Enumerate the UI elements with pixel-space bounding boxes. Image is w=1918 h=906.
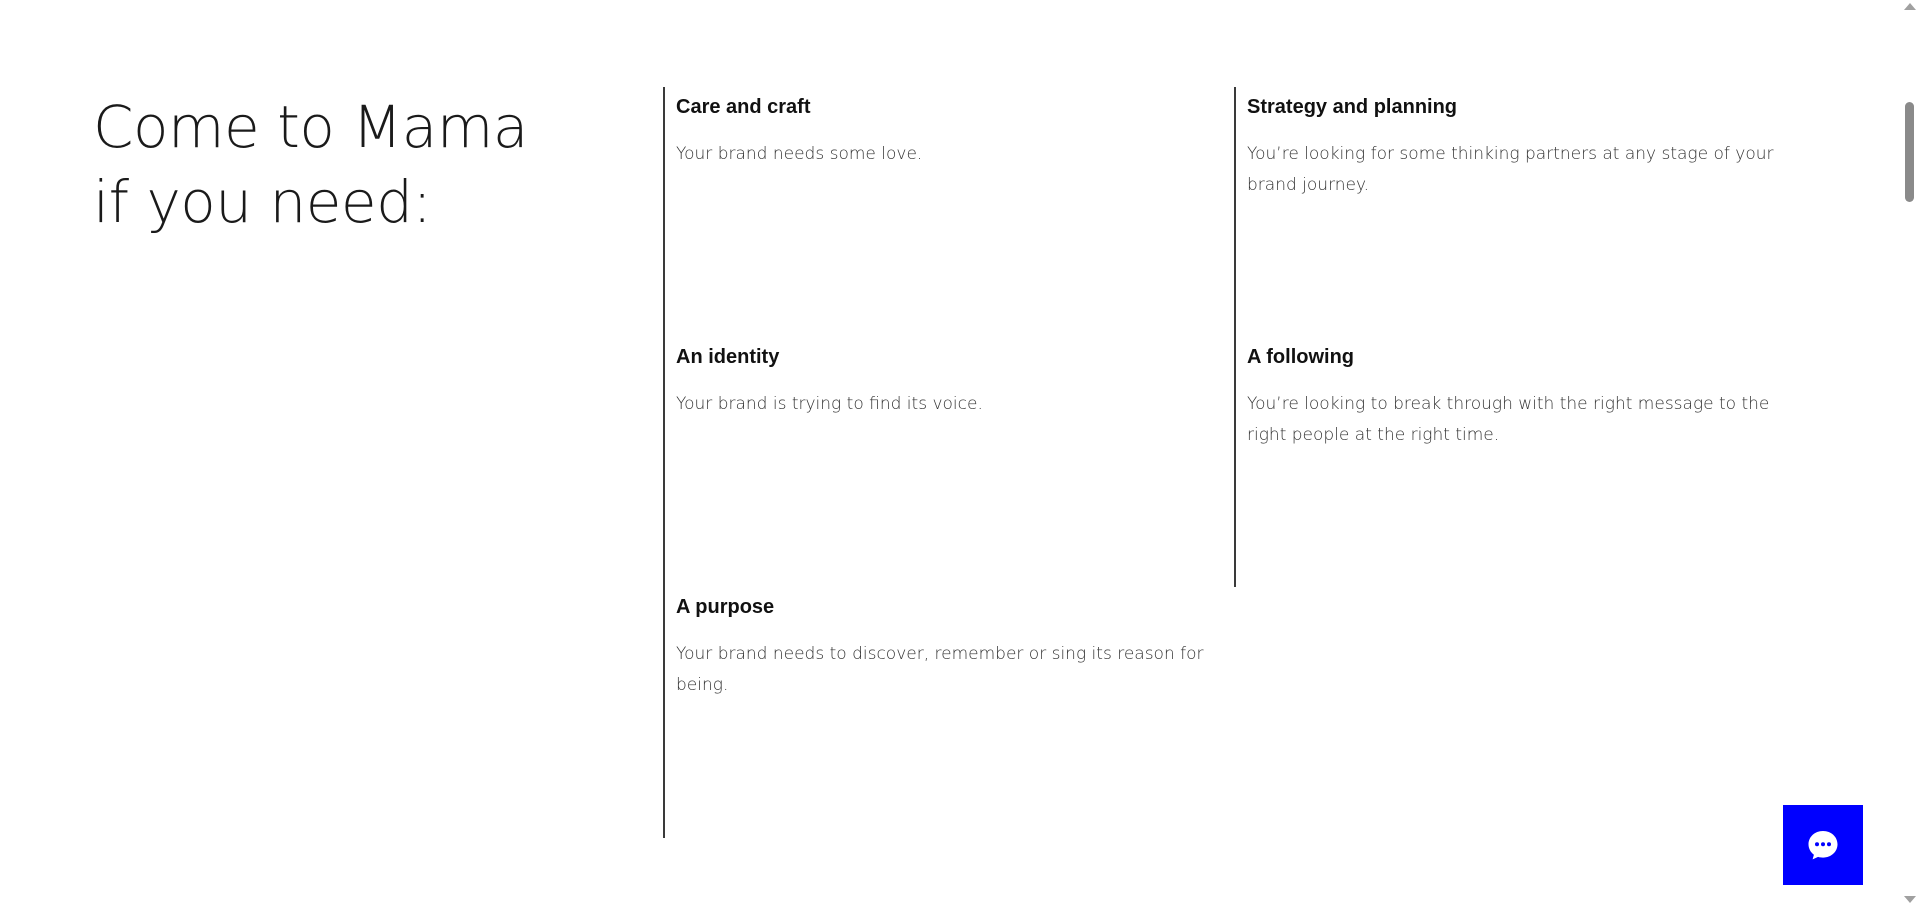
need-card-text: Your brand is trying to find its voice.: [676, 394, 983, 414]
need-card-text: Your brand needs to discover, remember o…: [676, 644, 1204, 695]
need-card-title: A following: [1247, 346, 1355, 368]
need-card-title: A purpose: [676, 596, 775, 618]
chat-button[interactable]: [1783, 805, 1863, 885]
need-card-an-identity: An identity Your brand is trying to find…: [663, 337, 1233, 587]
need-card-text: You’re looking to break through with the…: [1247, 394, 1770, 445]
need-card-title: An identity: [676, 346, 780, 368]
page: Come to Mama if you need: Care and craft…: [0, 0, 1918, 906]
vertical-scrollbar[interactable]: [1901, 0, 1918, 906]
scroll-thumb[interactable]: [1905, 102, 1914, 202]
headline-line-2: if you need:: [93, 168, 432, 236]
page-headline: Come to Mama if you need:: [93, 90, 528, 240]
scroll-up-arrow-icon[interactable]: [1904, 3, 1916, 10]
need-card-title: Care and craft: [676, 96, 811, 118]
chat-bubble-icon: [1808, 831, 1838, 860]
need-card-a-following: A following You’re looking to break thro…: [1234, 337, 1804, 587]
need-card-text: Your brand needs some love.: [676, 144, 923, 164]
headline-line-1: Come to Mama: [93, 93, 528, 161]
scroll-down-arrow-icon[interactable]: [1904, 896, 1916, 903]
need-card-a-purpose: A purpose Your brand needs to discover, …: [663, 587, 1233, 838]
need-card-care-and-craft: Care and craft Your brand needs some lov…: [663, 87, 1233, 337]
need-card-text: You’re looking for some thinking partner…: [1247, 144, 1774, 195]
need-card-strategy-and-planning: Strategy and planning You’re looking for…: [1234, 87, 1804, 337]
need-card-title: Strategy and planning: [1247, 96, 1458, 118]
